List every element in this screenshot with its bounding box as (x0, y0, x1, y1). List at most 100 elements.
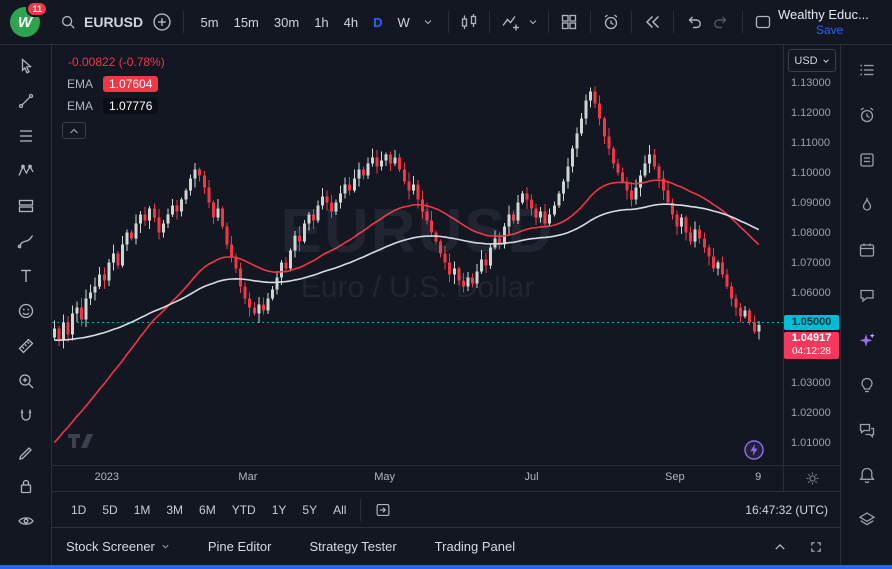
range-5d[interactable]: 5D (95, 499, 124, 521)
measure-tool-icon[interactable] (10, 330, 42, 362)
alerts-icon[interactable] (852, 100, 882, 130)
chart-type-candles-icon[interactable] (457, 7, 482, 37)
notifications-icon[interactable] (852, 460, 882, 490)
goto-date-icon[interactable] (368, 495, 398, 525)
projection-tool-icon[interactable] (10, 190, 42, 222)
price-tick: 1.03000 (791, 377, 831, 389)
text-tool-icon[interactable] (10, 260, 42, 292)
journal-icon[interactable] (852, 145, 882, 175)
hotlists-icon[interactable] (852, 190, 882, 220)
chat-icon[interactable] (852, 280, 882, 310)
top-toolbar: W 11 EURUSD 5m 15m 30m 1h 4h D W (0, 0, 892, 45)
range-1m[interactable]: 1M (127, 499, 158, 521)
symbol-search-button[interactable]: EURUSD (55, 11, 147, 33)
range-1d[interactable]: 1D (64, 499, 93, 521)
indicators-chevron-icon[interactable] (526, 7, 541, 37)
drawing-toolbar (0, 45, 52, 565)
add-symbol-button[interactable] (150, 7, 175, 37)
price-tick: 1.10000 (791, 167, 831, 179)
save-button[interactable]: Save (816, 23, 843, 37)
cursor-tool-icon[interactable] (10, 50, 42, 82)
lock-tool-icon[interactable] (10, 470, 42, 502)
range-all[interactable]: All (326, 499, 353, 521)
axis-settings-corner[interactable] (783, 466, 840, 491)
pattern-tool-icon[interactable] (10, 155, 42, 187)
legend-collapse-button[interactable] (62, 122, 86, 139)
brush-tool-icon[interactable] (10, 225, 42, 257)
undo-icon[interactable] (681, 7, 706, 37)
draw-tool-icon[interactable] (10, 435, 42, 467)
object-tree-icon[interactable] (852, 505, 882, 535)
range-6m[interactable]: 6M (192, 499, 223, 521)
timeframe-1d[interactable]: D (366, 12, 389, 33)
account-block: Wealthy Educ... Save (778, 7, 884, 37)
time-tick: 9 (755, 471, 761, 483)
calendar-icon[interactable] (852, 235, 882, 265)
trend-line-tool-icon[interactable] (10, 85, 42, 117)
timeframe-group: 5m 15m 30m 1h 4h D W (194, 7, 438, 37)
time-tick: Jul (525, 471, 539, 483)
currency-dropdown[interactable]: USD (788, 49, 836, 72)
price-tick: 1.01000 (791, 437, 831, 449)
range-1y[interactable]: 1Y (265, 499, 294, 521)
time-axis-row: 2023MarMayJulSep9 (52, 465, 840, 491)
divider (183, 11, 184, 33)
ema-slow-label[interactable]: EMA (62, 97, 98, 115)
boost-button[interactable] (743, 439, 765, 461)
multichart-layout-icon[interactable] (557, 7, 582, 37)
time-axis[interactable]: 2023MarMayJulSep9 (52, 466, 783, 491)
range-5y[interactable]: 5Y (295, 499, 324, 521)
time-tick: 2023 (95, 471, 119, 483)
range-ytd[interactable]: YTD (225, 499, 263, 521)
divider (448, 11, 449, 33)
price-tick: 1.02000 (791, 407, 831, 419)
tradingview-app: W 11 EURUSD 5m 15m 30m 1h 4h D W (0, 0, 892, 569)
tab-pine-editor[interactable]: Pine Editor (208, 539, 272, 554)
panel-maximize-icon[interactable] (806, 537, 826, 557)
price-axis[interactable]: USD 1.130001.120001.110001.100001.090001… (783, 45, 840, 465)
magnet-tool-icon[interactable] (10, 400, 42, 432)
community-chat-icon[interactable] (852, 415, 882, 445)
timeframe-1h[interactable]: 1h (307, 12, 335, 33)
timeframe-15m[interactable]: 15m (227, 12, 266, 33)
zoom-tool-icon[interactable] (10, 365, 42, 397)
indicators-icon[interactable] (498, 7, 523, 37)
timeframe-5m[interactable]: 5m (194, 12, 226, 33)
notification-badge: 11 (26, 1, 48, 17)
ideas-icon[interactable] (852, 370, 882, 400)
time-tick: May (374, 471, 395, 483)
utc-clock[interactable]: 16:47:32 (UTC) (745, 503, 828, 517)
app-logo[interactable]: W 11 (10, 7, 40, 37)
alert-icon[interactable] (599, 7, 624, 37)
panel-collapse-icon[interactable] (770, 537, 790, 557)
tradingview-logo[interactable] (66, 431, 96, 451)
timeframe-4h[interactable]: 4h (337, 12, 365, 33)
timeframe-1w[interactable]: W (391, 12, 417, 33)
browser-edge-strip (0, 565, 892, 569)
bar-replay-icon[interactable] (640, 7, 665, 37)
price-chart[interactable]: EURUSD Euro / U.S. Dollar -0.00822 (-0.7… (52, 45, 783, 465)
emoji-tool-icon[interactable] (10, 295, 42, 327)
gear-icon[interactable] (804, 470, 821, 487)
tab-stock-screener[interactable]: Stock Screener (66, 539, 170, 554)
watchlist-icon[interactable] (852, 55, 882, 85)
ema-fast-value: 1.07604 (103, 76, 158, 92)
level-price-label: 1.05000 (784, 315, 839, 330)
tab-trading-panel[interactable]: Trading Panel (435, 539, 515, 554)
redo-icon[interactable] (709, 7, 734, 37)
fib-retracement-tool-icon[interactable] (10, 120, 42, 152)
timeframe-30m[interactable]: 30m (267, 12, 306, 33)
ai-sparkle-icon[interactable] (852, 325, 882, 355)
save-layout-icon[interactable] (750, 7, 775, 37)
divider (742, 11, 743, 33)
ema-fast-label[interactable]: EMA (62, 75, 98, 93)
range-3m[interactable]: 3M (159, 499, 190, 521)
symbol-name: EURUSD (84, 14, 143, 30)
divider (673, 11, 674, 33)
price-scale: 1.130001.120001.110001.100001.090001.080… (784, 45, 840, 465)
hide-drawings-icon[interactable] (10, 505, 42, 537)
right-sidebar (840, 45, 892, 565)
timeframe-menu-chevron-icon[interactable] (418, 7, 438, 37)
tab-strategy-tester[interactable]: Strategy Tester (309, 539, 396, 554)
price-tick: 1.08000 (791, 227, 831, 239)
